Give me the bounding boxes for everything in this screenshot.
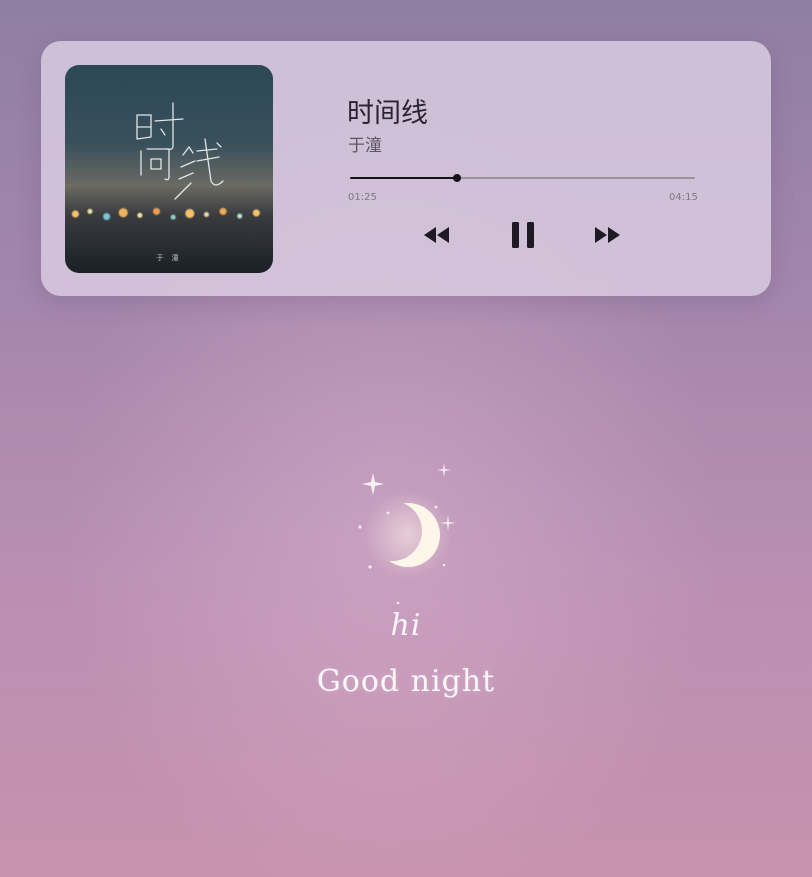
rewind-icon (424, 227, 449, 243)
pause-button[interactable] (506, 218, 540, 252)
album-cover[interactable]: 于 潼 (65, 65, 273, 273)
total-time: 04:15 (669, 192, 698, 203)
current-time: 01:25 (348, 192, 377, 203)
artist-name: 于潼 (348, 136, 382, 156)
progress-bar[interactable] (350, 174, 695, 182)
song-title: 时间线 (347, 98, 428, 129)
music-player-widget[interactable]: 于 潼 时间线 于潼 01:25 04:15 (41, 41, 771, 296)
progress-fill (350, 177, 457, 179)
progress-thumb[interactable] (452, 174, 461, 182)
greeting-hi: hi (390, 608, 422, 643)
fast-forward-icon (595, 227, 620, 243)
cover-artist-text: 于 潼 (156, 254, 182, 262)
previous-button[interactable] (419, 222, 453, 248)
crescent-moon-icon (340, 455, 470, 605)
greeting-good-night: Good night (316, 664, 496, 699)
pause-icon (512, 222, 534, 248)
next-button[interactable] (591, 222, 625, 248)
cover-city-lights (65, 201, 273, 227)
cover-title-calligraphy (136, 102, 224, 200)
